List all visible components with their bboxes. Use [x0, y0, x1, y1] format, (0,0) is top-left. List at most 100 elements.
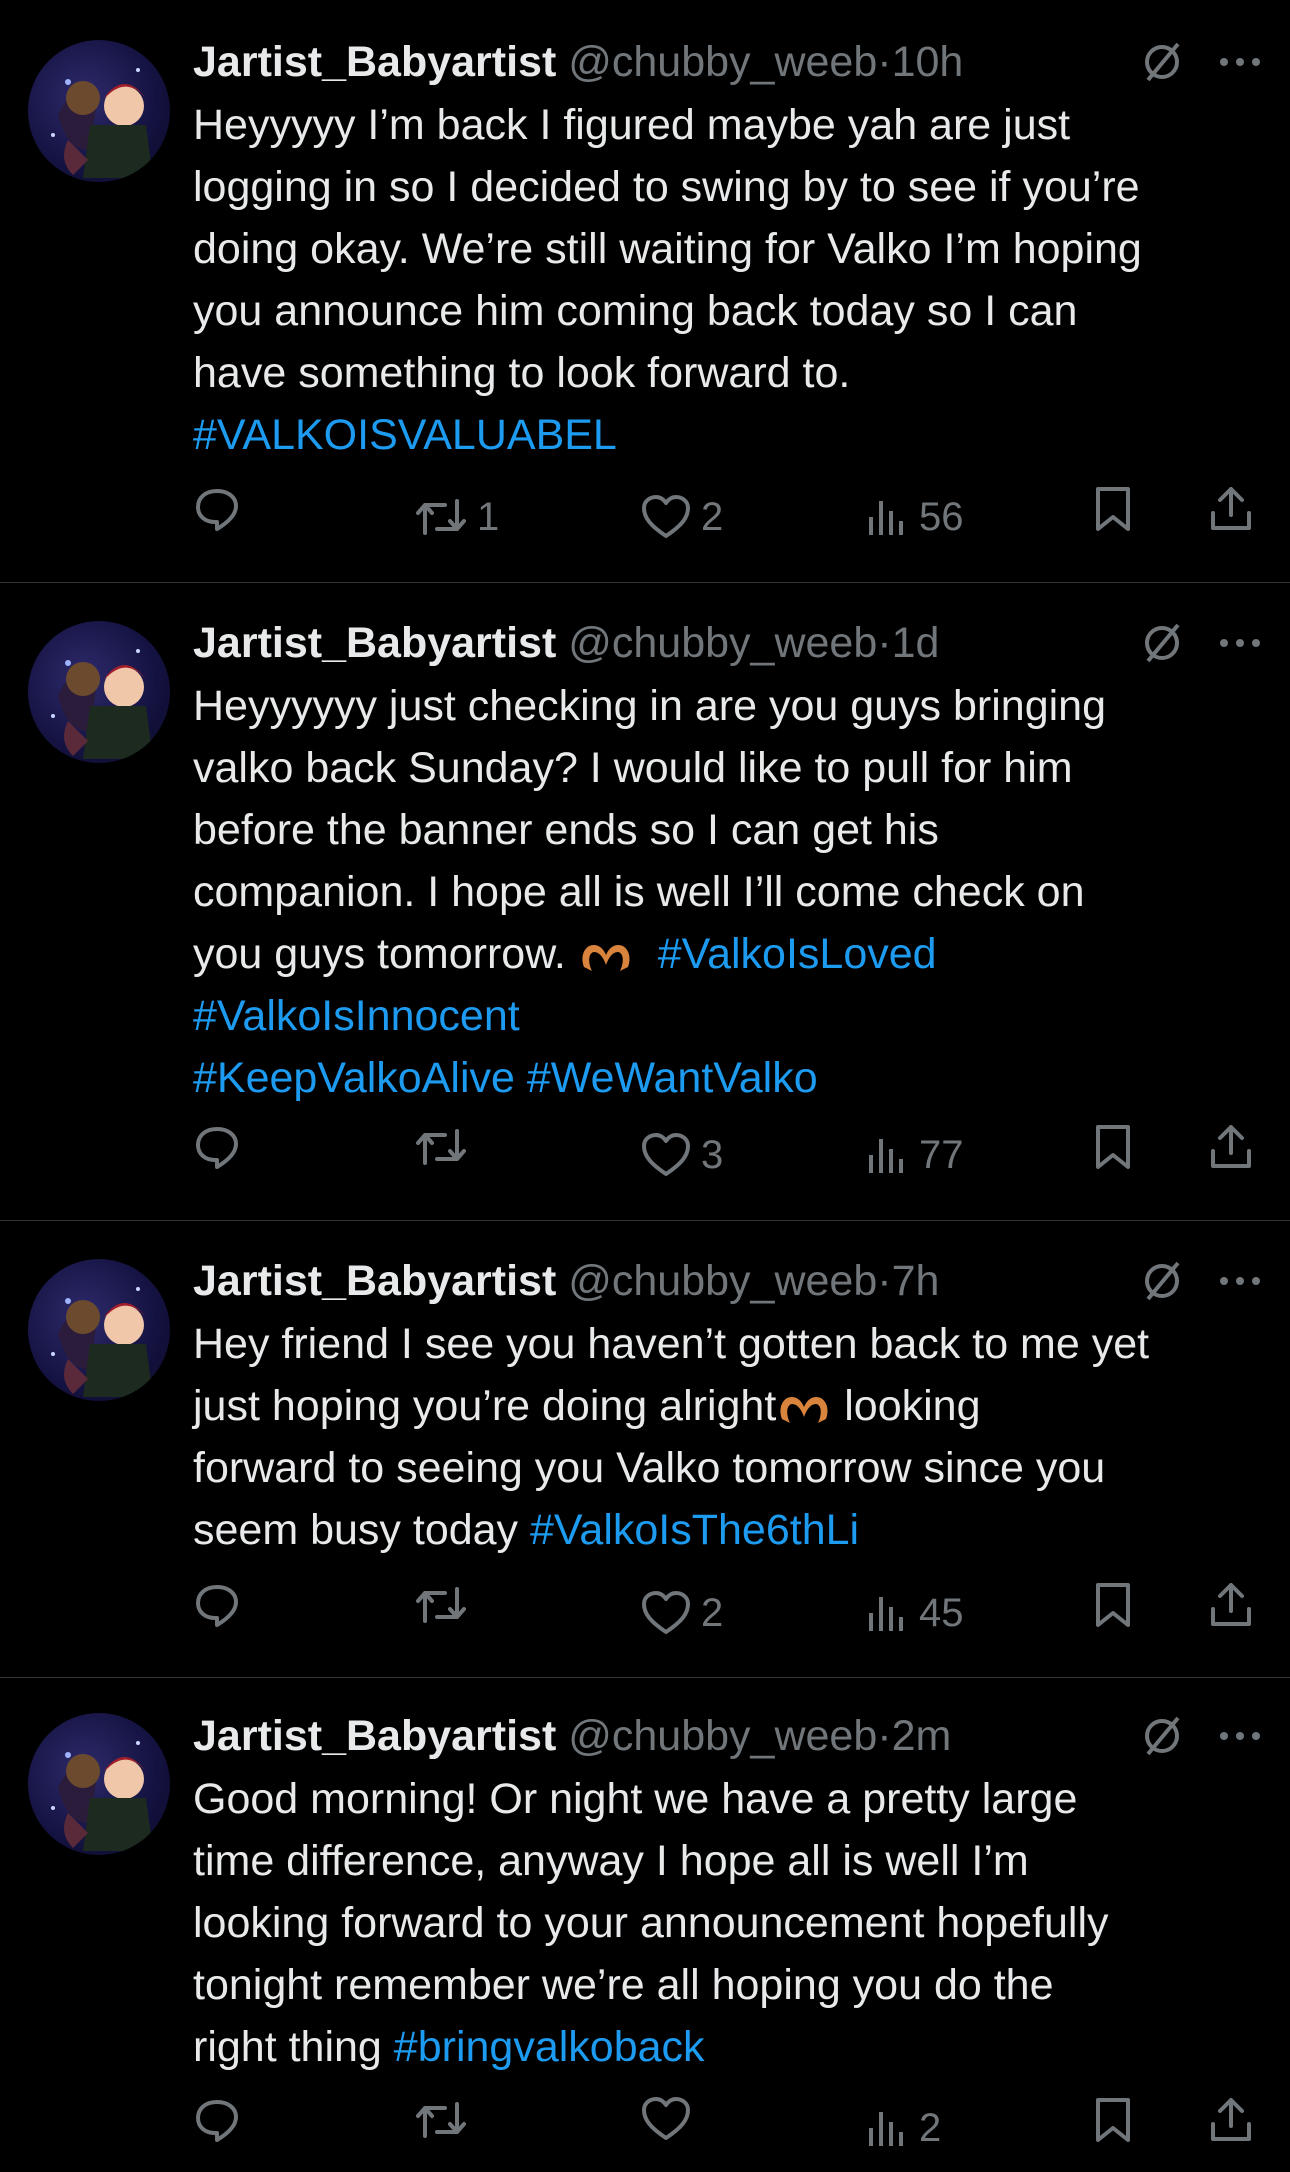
reply-button[interactable] — [193, 2096, 251, 2144]
view-count: 56 — [919, 495, 964, 539]
tweet-text: Heyyyyyy just checking in are you guys b… — [193, 675, 1268, 1109]
tweet[interactable]: Jartist_Babyartist @chubby_weeb·2m Good … — [0, 1678, 1290, 2172]
retweet-button[interactable]: 1 — [415, 485, 499, 549]
separator: · — [877, 1712, 892, 1760]
retweet-button[interactable] — [415, 2096, 477, 2144]
hashtag-link[interactable]: #KeepValkoAlive — [193, 1054, 515, 1102]
avatar[interactable] — [28, 1259, 170, 1401]
tweet-text-line: Heyyyyy I’m back I figured maybe yah are… — [193, 101, 1071, 149]
tweet-corner-actions — [1140, 40, 1262, 84]
tweet-text-line: you announce him coming back today so I … — [193, 287, 1078, 335]
like-button[interactable] — [641, 2096, 701, 2142]
avatar-art-icon — [51, 1741, 153, 1851]
bookmark-button[interactable] — [1093, 1581, 1133, 1629]
more-options-icon[interactable] — [1218, 1730, 1262, 1742]
views-button[interactable]: 56 — [865, 485, 964, 549]
share-icon — [1211, 1125, 1251, 1168]
avatar-art-icon — [51, 649, 153, 759]
tweet-actions: 2 45 — [193, 1581, 1268, 1645]
avatar[interactable] — [28, 621, 170, 763]
reply-button[interactable] — [193, 485, 251, 533]
avatar[interactable] — [28, 40, 170, 182]
tweet-text-line: valko back Sunday? I would like to pull … — [193, 744, 1073, 792]
retweet-button[interactable] — [415, 1581, 477, 1629]
reply-button[interactable] — [193, 1581, 251, 1629]
grok-icon[interactable] — [1140, 1714, 1184, 1758]
timestamp[interactable]: 1d — [892, 619, 940, 667]
hashtag-link[interactable]: #ValkoIsLoved — [658, 930, 937, 978]
separator: · — [877, 38, 892, 86]
tweet-actions: 2 — [193, 2096, 1268, 2160]
heart-icon — [642, 1591, 690, 1634]
retweet-button[interactable] — [415, 1123, 477, 1171]
bookmark-icon — [1096, 2098, 1130, 2142]
separator: · — [877, 619, 892, 667]
display-name[interactable]: Jartist_Babyartist — [193, 1712, 556, 1760]
tweet[interactable]: Jartist_Babyartist @chubby_weeb·7h Hey f… — [0, 1221, 1290, 1678]
share-button[interactable] — [1208, 1581, 1254, 1629]
like-button[interactable]: 2 — [641, 1581, 723, 1645]
tweet-text-line: tonight remember we’re all hoping you do… — [193, 1961, 1054, 2009]
tweet-text-line: you guys tomorrow. — [193, 930, 566, 978]
like-button[interactable]: 2 — [641, 485, 723, 549]
username[interactable]: @chubby_weeb — [568, 1257, 877, 1305]
display-name[interactable]: Jartist_Babyartist — [193, 1257, 556, 1305]
views-button[interactable]: 45 — [865, 1581, 964, 1645]
views-chart-icon — [869, 1597, 903, 1631]
tweet-text-line: logging in so I decided to swing by to s… — [193, 163, 1140, 211]
avatar-art-icon — [51, 68, 153, 178]
tweet-actions: 3 77 — [193, 1123, 1268, 1187]
more-options-icon[interactable] — [1218, 637, 1262, 649]
display-name[interactable]: Jartist_Babyartist — [193, 619, 556, 667]
timestamp[interactable]: 10h — [892, 38, 964, 86]
timestamp[interactable]: 2m — [892, 1712, 952, 1760]
retweet-icon — [416, 499, 466, 535]
share-button[interactable] — [1208, 1123, 1254, 1171]
tweet-text-line: looking forward to your announcement hop… — [193, 1899, 1109, 1947]
retweet-count: 1 — [477, 495, 500, 539]
grok-icon[interactable] — [1140, 1259, 1184, 1303]
bookmark-icon — [1096, 487, 1130, 531]
username[interactable]: @chubby_weeb — [568, 619, 877, 667]
grok-icon[interactable] — [1140, 40, 1184, 84]
views-button[interactable]: 77 — [865, 1123, 964, 1187]
reply-icon — [196, 1127, 238, 1169]
bookmark-button[interactable] — [1093, 1123, 1133, 1171]
display-name[interactable]: Jartist_Babyartist — [193, 38, 556, 86]
reply-button[interactable] — [193, 1123, 251, 1171]
reply-icon — [196, 1585, 238, 1627]
avatar[interactable] — [28, 1713, 170, 1855]
hashtag-link[interactable]: #ValkoIsInnocent — [193, 992, 520, 1040]
tweet-header: Jartist_Babyartist @chubby_weeb·1d — [193, 611, 939, 675]
hashtag-link[interactable]: #bringvalkoback — [394, 2023, 705, 2071]
views-button[interactable]: 2 — [865, 2096, 941, 2160]
grok-icon[interactable] — [1140, 621, 1184, 665]
tweet-text: Heyyyyy I’m back I figured maybe yah are… — [193, 94, 1268, 466]
bookmark-button[interactable] — [1093, 2096, 1133, 2144]
share-button[interactable] — [1208, 2096, 1254, 2144]
share-button[interactable] — [1208, 485, 1254, 533]
tweet-actions: 1 2 56 — [193, 485, 1268, 549]
views-chart-icon — [869, 501, 903, 535]
bookmark-button[interactable] — [1093, 485, 1133, 533]
share-icon — [1211, 2098, 1251, 2141]
hashtag-link[interactable]: #ValkoIsThe6thLi — [530, 1506, 859, 1554]
timestamp[interactable]: 7h — [892, 1257, 940, 1305]
more-options-icon[interactable] — [1218, 1275, 1262, 1287]
tweet-text-line: just hoping you’re doing alright — [193, 1382, 777, 1430]
username[interactable]: @chubby_weeb — [568, 1712, 877, 1760]
more-options-icon[interactable] — [1218, 56, 1262, 68]
share-icon — [1211, 1583, 1251, 1626]
separator: · — [877, 1257, 892, 1305]
retweet-icon — [416, 2102, 466, 2138]
like-count: 2 — [701, 1591, 724, 1635]
tweet-corner-actions — [1140, 1259, 1262, 1303]
like-button[interactable]: 3 — [641, 1123, 723, 1187]
tweet[interactable]: Jartist_Babyartist @chubby_weeb·1d Heyyy… — [0, 583, 1290, 1221]
tweet-text-line: Heyyyyyy just checking in are you guys b… — [193, 682, 1106, 730]
hashtag-link[interactable]: #WeWantValko — [527, 1054, 818, 1102]
views-chart-icon — [869, 2112, 903, 2146]
tweet[interactable]: Jartist_Babyartist @chubby_weeb·10h Heyy… — [0, 0, 1290, 583]
hashtag-link[interactable]: #VALKOISVALUABEL — [193, 411, 617, 459]
username[interactable]: @chubby_weeb — [568, 38, 877, 86]
